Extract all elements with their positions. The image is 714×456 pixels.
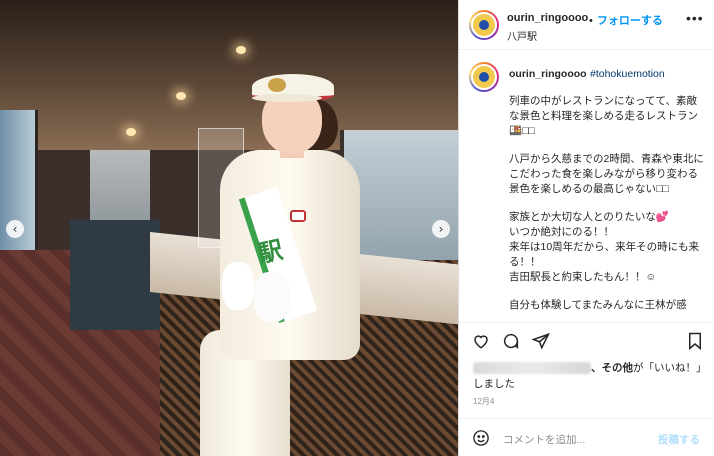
separator-dot: • xyxy=(589,15,593,27)
cap-badge xyxy=(268,78,286,92)
caption-paragraph: 列車の中がレストランになってて、素敵な景色と料理を楽しめる走るレストラン🍱□□ xyxy=(509,95,698,137)
follow-button[interactable]: • フォローする xyxy=(589,12,663,28)
heart-icon[interactable] xyxy=(471,331,491,351)
caption-text: 列車の中がレストランになってて、素敵な景色と料理を楽しめる走るレストラン🍱□□ … xyxy=(509,94,705,320)
comment-bar: コメントを追加... 投稿する xyxy=(459,418,714,456)
post-header: ourin_ringoooo • フォローする 八戸駅 ••• xyxy=(459,0,714,50)
glove-left xyxy=(222,262,254,310)
likes-others[interactable]: 、その他 xyxy=(591,362,633,374)
post-side-panel: ourin_ringoooo • フォローする 八戸駅 ••• ourin_rin… xyxy=(458,0,714,456)
likes-summary[interactable]: 、その他が「いいね！」しました xyxy=(473,360,703,392)
share-icon[interactable] xyxy=(531,331,551,351)
follow-label: フォローする xyxy=(596,15,663,27)
glove-right xyxy=(254,272,290,322)
author-avatar[interactable] xyxy=(469,10,499,40)
avatar-image xyxy=(479,20,489,30)
ceiling-light xyxy=(236,46,246,54)
liker-names-blurred xyxy=(473,362,591,375)
caption-avatar[interactable] xyxy=(469,62,499,92)
more-options-icon[interactable]: ••• xyxy=(686,10,704,26)
carousel-prev-button[interactable]: ‹ xyxy=(6,220,24,238)
photo-window-mid xyxy=(90,150,150,220)
photo-back-counter xyxy=(70,220,160,330)
avatar-image xyxy=(479,72,489,82)
comment-input[interactable]: コメントを追加... xyxy=(503,432,585,447)
post-photo[interactable]: 駅 ‹ › xyxy=(0,0,458,456)
caption-hashtag[interactable]: #tohokuemotion xyxy=(590,68,665,80)
bookmark-icon[interactable] xyxy=(685,331,705,351)
caption-paragraph: 自分も体験してまたみんなに王林が感 xyxy=(509,299,687,311)
caption-paragraph: 家族とか大切な人とのりたいな💕 いつか絶対にのる！！ 来年は10周年だから、来年… xyxy=(509,211,700,283)
person-cap-brim xyxy=(252,94,322,102)
ceiling-light xyxy=(176,92,186,100)
post-comment-button[interactable]: 投稿する xyxy=(658,432,700,447)
author-username[interactable]: ourin_ringoooo xyxy=(507,12,588,24)
caption-area: ourin_ringoooo #tohokuemotion 列車の中がレストラン… xyxy=(459,52,714,320)
carousel-next-button[interactable]: › xyxy=(432,220,450,238)
caption-username[interactable]: ourin_ringoooo xyxy=(509,68,587,80)
post-date[interactable]: 12月4 xyxy=(473,396,494,407)
emoji-icon[interactable] xyxy=(471,428,491,448)
badge-pin xyxy=(290,210,306,222)
ceiling-light xyxy=(126,128,136,136)
post-location[interactable]: 八戸駅 xyxy=(507,28,537,43)
comment-icon[interactable] xyxy=(501,331,521,351)
action-bar xyxy=(459,322,714,358)
caption-paragraph: 八戸から久慈までの2時間、青森や東北にこだわった食を楽しみながら移り変わる景色を… xyxy=(509,153,704,195)
